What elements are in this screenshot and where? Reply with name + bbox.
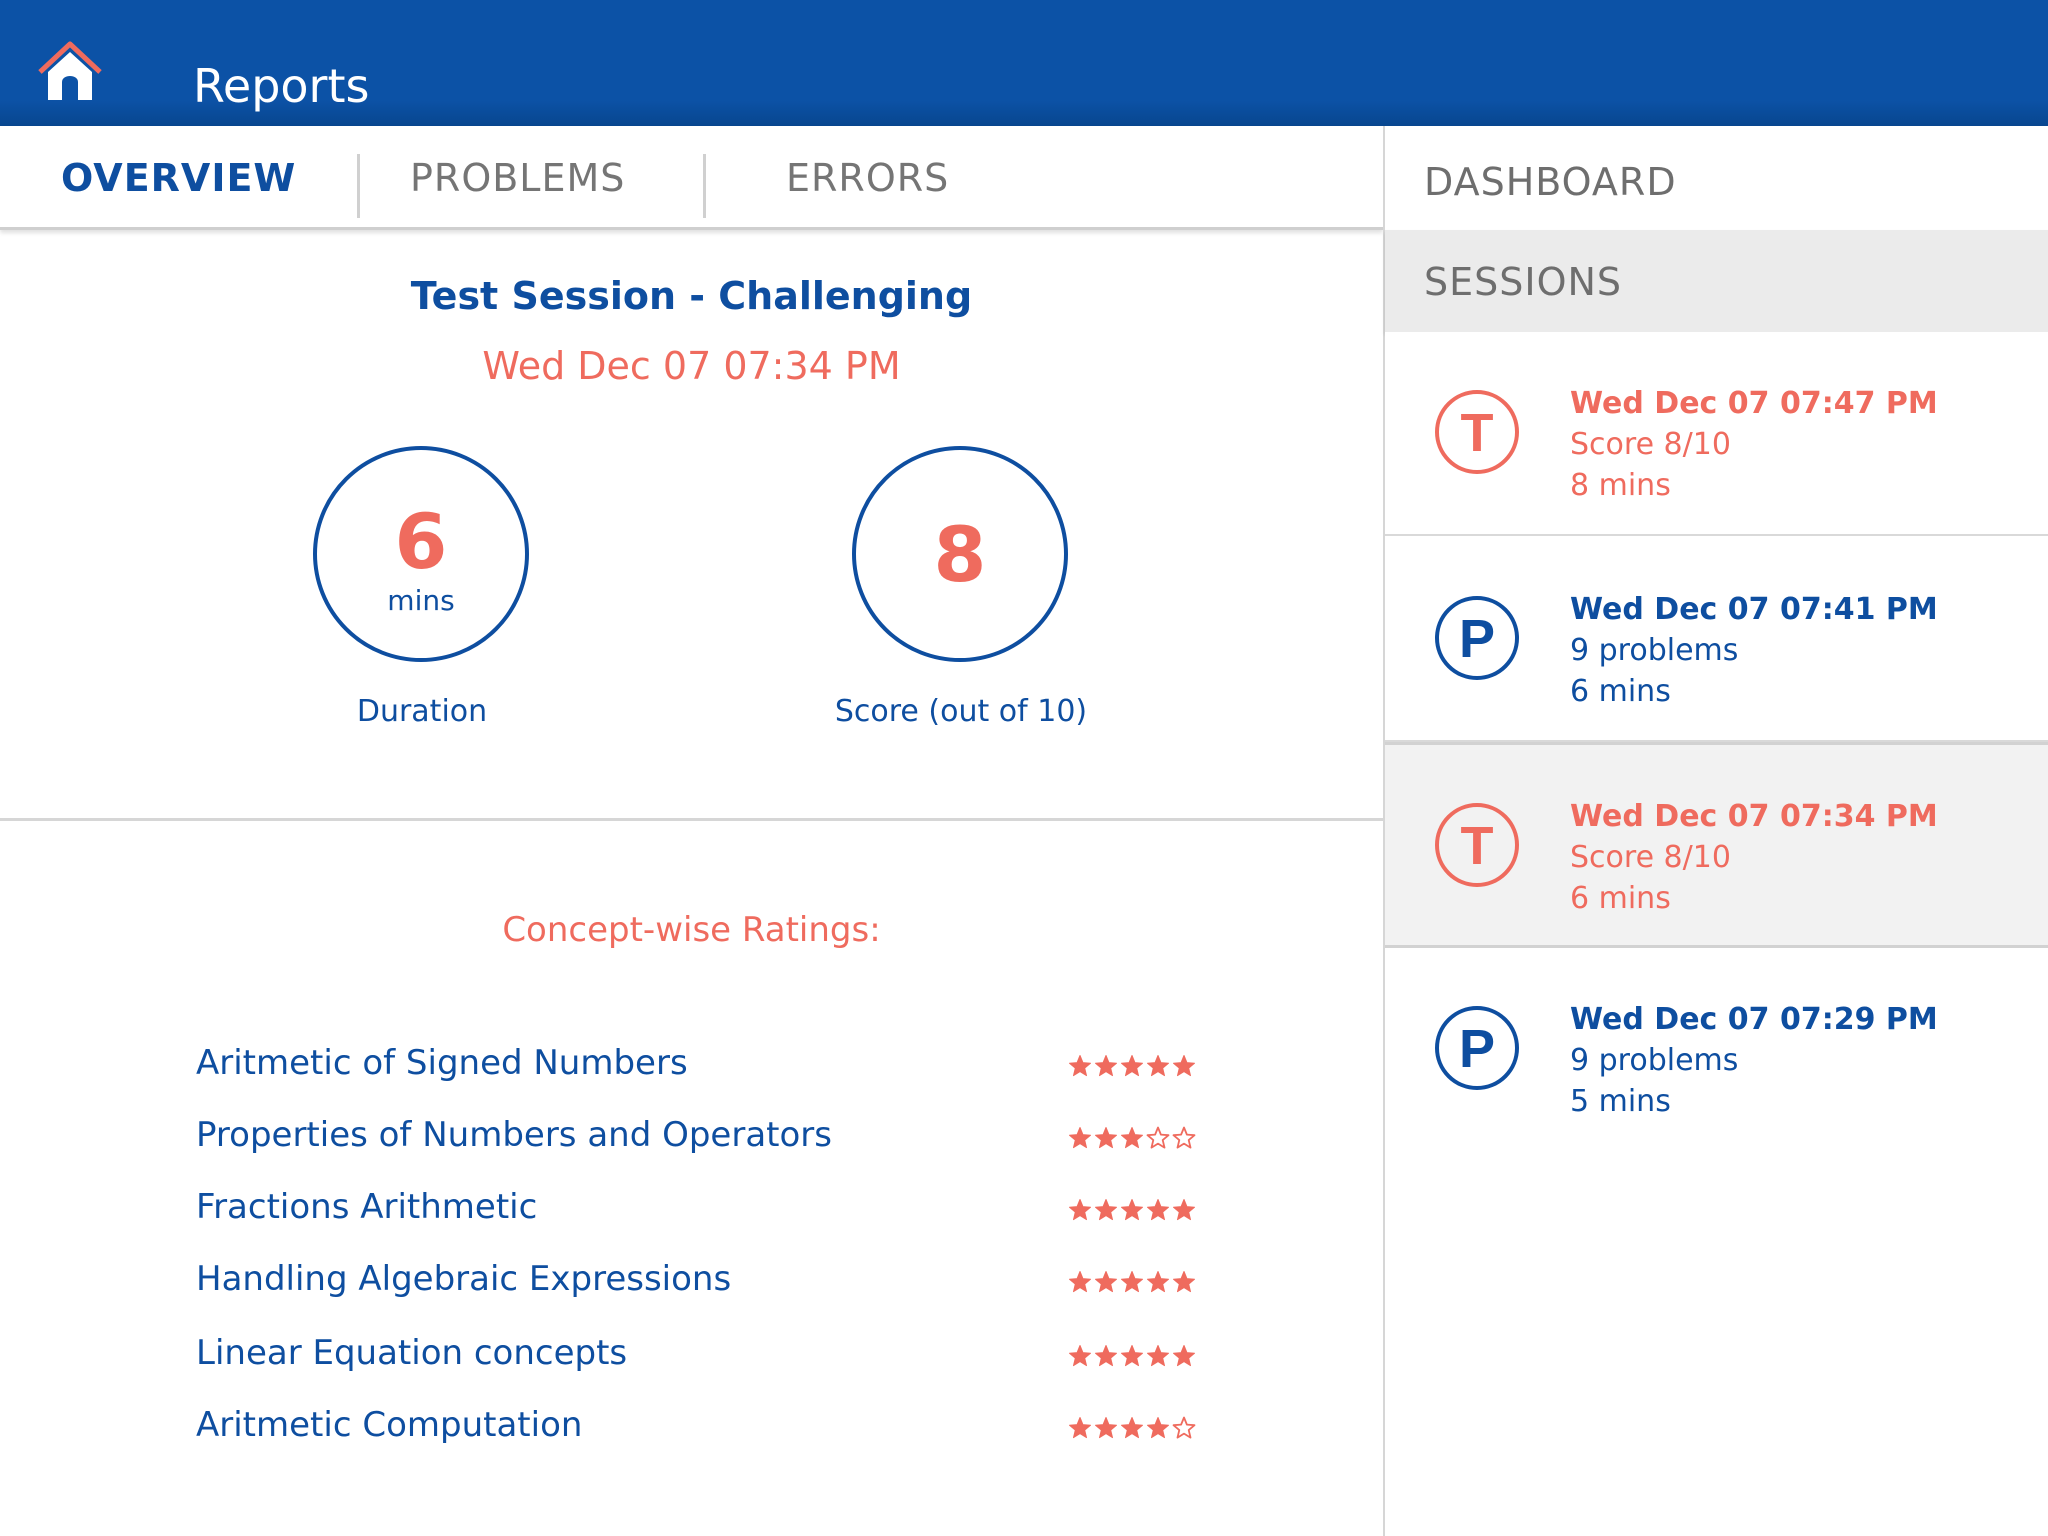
star-filled-icon	[1173, 1199, 1195, 1221]
tab-errors[interactable]: ERRORS	[786, 126, 949, 230]
star-filled-icon	[1173, 1345, 1195, 1367]
session-title: Test Session - Challenging	[410, 274, 973, 318]
session-item-date: Wed Dec 07 07:34 PM	[1570, 799, 1938, 834]
report-panel: OVERVIEW PROBLEMS ERRORS Test Session - …	[0, 126, 1383, 1536]
star-filled-icon	[1069, 1345, 1091, 1367]
session-item-duration: 6 mins	[1570, 674, 1671, 709]
star-filled-icon	[1147, 1345, 1169, 1367]
star-filled-icon	[1121, 1199, 1143, 1221]
session-item[interactable]: P Wed Dec 07 07:41 PM 9 problems 6 mins	[1385, 538, 2048, 742]
star-rating	[1068, 1198, 1196, 1228]
app-header: Reports	[0, 0, 2048, 126]
score-label: Score (out of 10)	[834, 694, 1088, 729]
tab-divider	[357, 154, 360, 218]
concept-name: Aritmetic of Signed Numbers	[196, 1043, 688, 1083]
star-rating	[1068, 1126, 1196, 1156]
tab-divider	[703, 154, 706, 218]
star-empty-icon	[1172, 1126, 1196, 1149]
session-item-selected[interactable]: T Wed Dec 07 07:34 PM Score 8/10 6 mins	[1385, 742, 2048, 948]
star-filled-icon	[1121, 1345, 1143, 1367]
star-filled-icon	[1095, 1055, 1117, 1077]
section-divider	[0, 818, 1383, 821]
star-filled-icon	[1069, 1055, 1091, 1077]
star-filled-icon	[1095, 1345, 1117, 1367]
score-value: 8	[933, 510, 987, 599]
concept-row: Handling Algebraic Expressions	[196, 1256, 1196, 1316]
star-empty-icon	[1172, 1416, 1196, 1439]
session-item[interactable]: T Wed Dec 07 07:47 PM Score 8/10 8 mins	[1385, 332, 2048, 536]
star-filled-icon	[1121, 1417, 1143, 1439]
session-item-date: Wed Dec 07 07:47 PM	[1570, 386, 1938, 421]
session-item[interactable]: P Wed Dec 07 07:29 PM 9 problems 5 mins	[1385, 948, 2048, 1152]
star-filled-icon	[1095, 1417, 1117, 1439]
duration-circle: 6 mins	[313, 446, 529, 662]
ratings-heading: Concept-wise Ratings:	[502, 910, 881, 950]
concept-row: Aritmetic of Signed Numbers	[196, 1040, 1196, 1100]
tab-overview[interactable]: OVERVIEW	[61, 126, 296, 230]
concept-row: Aritmetic Computation	[196, 1402, 1196, 1462]
home-icon[interactable]	[36, 38, 104, 106]
duration-unit: mins	[387, 584, 455, 617]
test-session-icon: T	[1435, 803, 1519, 887]
star-filled-icon	[1069, 1127, 1091, 1149]
score-circle: 8	[852, 446, 1068, 662]
session-item-detail: 9 problems	[1570, 633, 1739, 668]
star-filled-icon	[1069, 1199, 1091, 1221]
tab-bar: OVERVIEW PROBLEMS ERRORS	[0, 126, 1383, 230]
star-filled-icon	[1095, 1127, 1117, 1149]
concept-name: Linear Equation concepts	[196, 1333, 628, 1373]
star-filled-icon	[1147, 1199, 1169, 1221]
star-filled-icon	[1121, 1055, 1143, 1077]
star-filled-icon	[1121, 1127, 1143, 1149]
session-item-duration: 8 mins	[1570, 468, 1671, 503]
star-empty-icon	[1146, 1126, 1170, 1149]
session-item-duration: 6 mins	[1570, 881, 1671, 916]
session-item-detail: Score 8/10	[1570, 840, 1731, 875]
session-item-date: Wed Dec 07 07:29 PM	[1570, 1002, 1938, 1037]
sessions-sidebar: DASHBOARD SESSIONS T Wed Dec 07 07:47 PM…	[1385, 126, 2048, 1536]
session-date: Wed Dec 07 07:34 PM	[482, 344, 901, 388]
session-item-date: Wed Dec 07 07:41 PM	[1570, 592, 1938, 627]
star-filled-icon	[1147, 1271, 1169, 1293]
star-filled-icon	[1147, 1055, 1169, 1077]
star-rating	[1068, 1416, 1196, 1446]
star-filled-icon	[1173, 1055, 1195, 1077]
duration-value: 6	[394, 497, 448, 586]
star-filled-icon	[1095, 1271, 1117, 1293]
dashboard-link[interactable]: DASHBOARD	[1385, 126, 2048, 230]
star-filled-icon	[1121, 1271, 1143, 1293]
star-filled-icon	[1173, 1271, 1195, 1293]
star-filled-icon	[1069, 1417, 1091, 1439]
duration-label: Duration	[356, 694, 488, 729]
session-item-duration: 5 mins	[1570, 1084, 1671, 1119]
star-filled-icon	[1147, 1417, 1169, 1439]
page-title: Reports	[193, 59, 370, 113]
practice-session-icon: P	[1435, 1006, 1519, 1090]
concept-row: Properties of Numbers and Operators	[196, 1112, 1196, 1172]
session-item-detail: Score 8/10	[1570, 427, 1731, 462]
session-item-detail: 9 problems	[1570, 1043, 1739, 1078]
star-rating	[1068, 1054, 1196, 1084]
concept-name: Handling Algebraic Expressions	[196, 1259, 732, 1299]
concept-row: Linear Equation concepts	[196, 1330, 1196, 1390]
concept-name: Aritmetic Computation	[196, 1405, 583, 1445]
concept-name: Properties of Numbers and Operators	[196, 1115, 832, 1155]
practice-session-icon: P	[1435, 596, 1519, 680]
star-rating	[1068, 1270, 1196, 1300]
star-filled-icon	[1095, 1199, 1117, 1221]
concept-row: Fractions Arithmetic	[196, 1184, 1196, 1244]
tab-problems[interactable]: PROBLEMS	[410, 126, 625, 230]
star-filled-icon	[1069, 1271, 1091, 1293]
concept-name: Fractions Arithmetic	[196, 1187, 538, 1227]
sessions-header[interactable]: SESSIONS	[1385, 230, 2048, 332]
test-session-icon: T	[1435, 390, 1519, 474]
star-rating	[1068, 1344, 1196, 1374]
